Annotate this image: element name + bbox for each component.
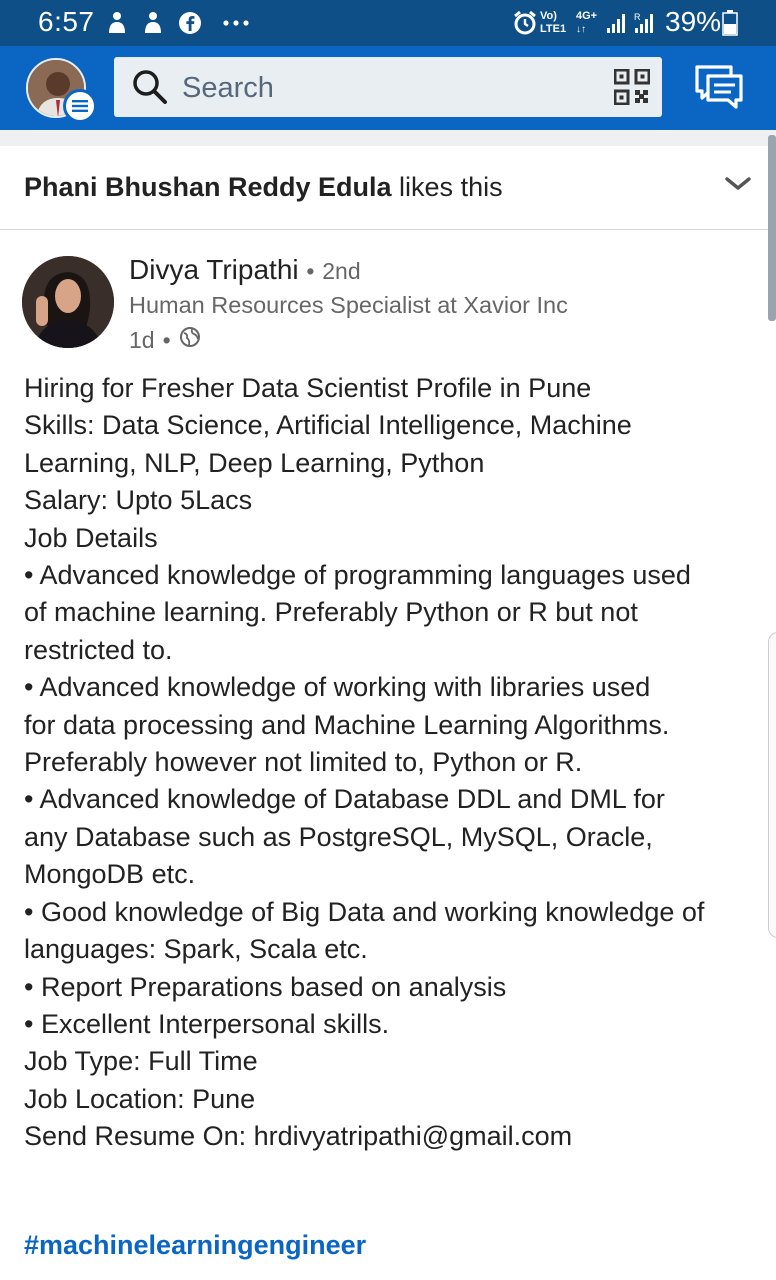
status-bar: 6:57 Vo) LTE1 4G+ ↓↑ R 39% bbox=[0, 0, 776, 46]
connection-degree: 2nd bbox=[322, 258, 361, 284]
chevron-down-icon[interactable] bbox=[724, 176, 752, 197]
messaging-icon[interactable] bbox=[694, 64, 744, 115]
post-line: MongoDB etc. bbox=[24, 859, 196, 890]
post-line: restricted to. bbox=[24, 634, 173, 665]
globe-icon bbox=[179, 326, 201, 354]
search-placeholder: Search bbox=[182, 72, 274, 104]
post-line: • Report Preparations based on analysis bbox=[24, 971, 507, 1002]
edge-panel-handle[interactable] bbox=[768, 632, 776, 938]
post-line: Learning, NLP, Deep Learning, Python bbox=[24, 447, 485, 478]
post-body: Hiring for Fresher Data Scientist Profil… bbox=[24, 370, 759, 1156]
social-context-bar: Phani Bhushan Reddy Edula likes this bbox=[0, 146, 776, 230]
svg-text:R: R bbox=[634, 12, 641, 22]
app-header: Search bbox=[0, 46, 776, 130]
signal-icon bbox=[606, 9, 628, 37]
author-headline: Human Resources Specialist at Xavior Inc bbox=[129, 292, 568, 318]
battery-percent: 39% bbox=[665, 6, 722, 37]
more-icon bbox=[222, 9, 250, 37]
notification-icon bbox=[142, 9, 164, 37]
post-line: Preferably however not limited to, Pytho… bbox=[24, 747, 583, 778]
status-time: 6:57 bbox=[38, 6, 95, 37]
post-line: Job Type: Full Time bbox=[24, 1046, 258, 1077]
network-label-4g: 4G+ ↓↑ bbox=[576, 10, 598, 35]
post-meta: 1d • bbox=[129, 326, 201, 354]
post-time: 1d bbox=[129, 326, 155, 353]
hashtag-link[interactable]: #machinelearningengineer bbox=[24, 1230, 366, 1261]
post-line: Salary: Upto 5Lacs bbox=[24, 485, 253, 516]
feed: Phani Bhushan Reddy Edula likes this Div… bbox=[0, 130, 776, 1280]
post-line: • Advanced knowledge of programming lang… bbox=[24, 560, 691, 591]
post-line[interactable]: Send Resume On: hrdivyatripathi@gmail.co… bbox=[24, 1118, 759, 1155]
scrollbar-thumb[interactable] bbox=[768, 135, 776, 321]
author-name-line: Divya Tripathi • 2nd bbox=[129, 254, 361, 286]
feed-post-card: Phani Bhushan Reddy Edula likes this Div… bbox=[0, 146, 776, 1280]
post-line: • Good knowledge of Big Data and working… bbox=[24, 896, 705, 927]
separator-dot: • bbox=[306, 258, 315, 284]
post-line: • Advanced knowledge of working with lib… bbox=[24, 672, 651, 703]
qr-code-icon[interactable] bbox=[613, 68, 651, 110]
post-line: Hiring for Fresher Data Scientist Profil… bbox=[24, 373, 592, 403]
signal-icon: R bbox=[634, 9, 656, 37]
menu-icon[interactable] bbox=[63, 89, 97, 123]
alarm-icon bbox=[512, 9, 538, 37]
post-line: Job Location: Pune bbox=[24, 1083, 256, 1114]
post-line: • Excellent Interpersonal skills. bbox=[24, 1008, 390, 1039]
notification-icon bbox=[106, 9, 128, 37]
post-line: for data processing and Machine Learning… bbox=[24, 709, 670, 740]
search-input[interactable]: Search bbox=[114, 57, 662, 117]
search-icon bbox=[132, 69, 168, 110]
facebook-icon bbox=[178, 9, 202, 37]
post-line: languages: Spark, Scala etc. bbox=[24, 934, 368, 965]
social-context-name[interactable]: Phani Bhushan Reddy Edula bbox=[24, 172, 392, 202]
network-label: Vo) LTE1 bbox=[540, 10, 567, 35]
social-context-text: Phani Bhushan Reddy Edula likes this bbox=[24, 172, 503, 203]
battery-icon bbox=[722, 9, 738, 37]
post-line: any Database such as PostgreSQL, MySQL, … bbox=[24, 821, 653, 852]
post-line: • Advanced knowledge of Database DDL and… bbox=[24, 784, 665, 815]
social-context-action: likes this bbox=[391, 172, 503, 202]
post-line: Job Details bbox=[24, 522, 158, 553]
separator-dot: • bbox=[162, 326, 171, 353]
post-line: Skills: Data Science, Artificial Intelli… bbox=[24, 410, 632, 441]
author-name[interactable]: Divya Tripathi bbox=[129, 254, 299, 285]
post-line: of machine learning. Preferably Python o… bbox=[24, 597, 638, 628]
author-avatar[interactable] bbox=[22, 256, 114, 348]
